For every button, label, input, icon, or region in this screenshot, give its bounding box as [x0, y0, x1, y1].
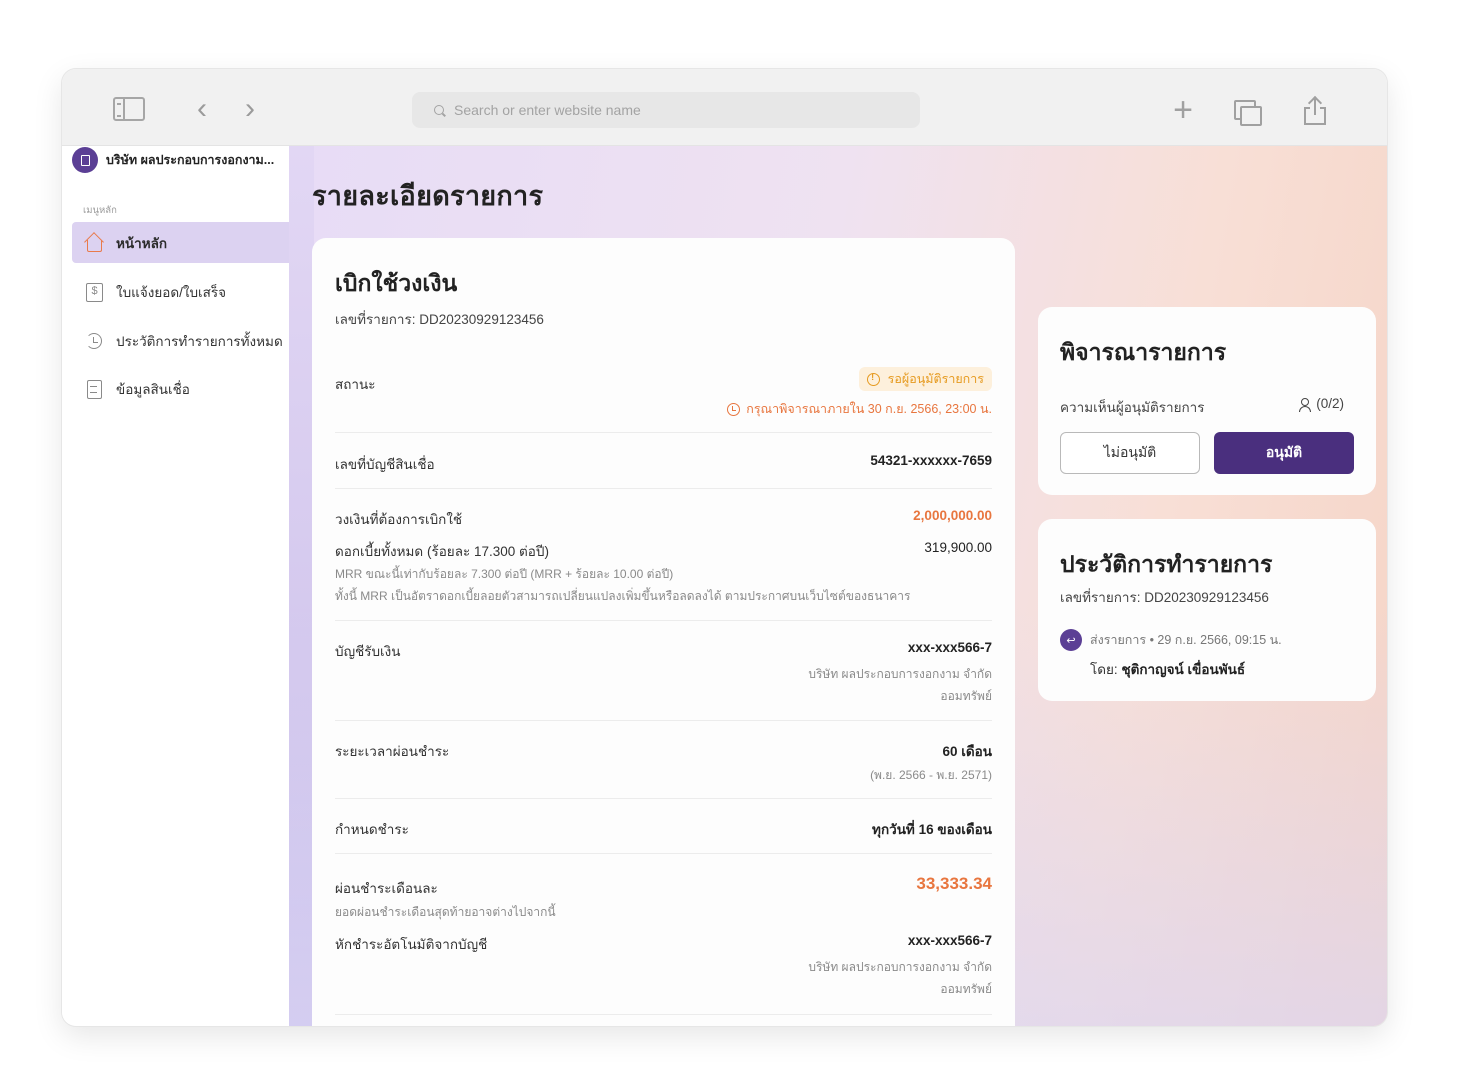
account-label: เลขที่บัญชีสินเชื่อ — [335, 457, 435, 472]
review-title: พิจารณารายการ — [1060, 339, 1227, 365]
history-card: ประวัติการทำรายการ เลขที่รายการ: DD20230… — [1038, 519, 1376, 701]
due-value: ทุกวันที่ 16 ของเดือน — [872, 822, 992, 837]
sidebar-toggle-icon[interactable] — [113, 97, 145, 121]
divider — [335, 620, 992, 621]
history-icon — [84, 331, 104, 351]
term-value: 60 เดือน — [942, 744, 993, 759]
term-label: ระยะเวลาผ่อนชำระ — [335, 744, 450, 759]
transaction-detail-card: เบิกใช้วงเงิน เลขที่รายการ: DD2023092912… — [312, 238, 1015, 1026]
status-label: สถานะ — [335, 377, 376, 392]
tabs-overview-icon[interactable] — [1234, 100, 1262, 126]
divider — [335, 798, 992, 799]
autodebit-label: หักชำระอัตโนมัติจากบัญชี — [335, 937, 488, 952]
divider — [335, 720, 992, 721]
sidebar-item-label: ข้อมูลสินเชื่อ — [116, 381, 190, 397]
clock-icon — [727, 402, 741, 416]
approve-button[interactable]: อนุมัติ — [1214, 432, 1354, 474]
sidebar-item-loan-info[interactable]: ข้อมูลสินเชื่อ — [72, 368, 289, 409]
sidebar-item-label: หน้าหลัก — [116, 235, 168, 251]
amount-label: วงเงินที่ต้องการเบิกใช้ — [335, 512, 463, 527]
divider — [335, 1014, 992, 1015]
detail-title: เบิกใช้วงเงิน — [335, 270, 458, 296]
submit-icon: ↩ — [1060, 629, 1082, 651]
autodebit-company: บริษัท ผลประกอบการงอกงาม จำกัด — [808, 960, 992, 974]
bill-icon — [84, 282, 104, 302]
detail-reference: เลขที่รายการ: DD20230929123456 — [335, 312, 544, 327]
sidebar-item-statements[interactable]: ใบแจ้งยอด/ใบเสร็จ — [72, 271, 289, 312]
document-icon — [84, 379, 104, 399]
autodebit-account-type: ออมทรัพย์ — [940, 982, 992, 996]
sidebar-item-history[interactable]: ประวัติการทำรายการทั้งหมด — [72, 320, 289, 361]
reject-button[interactable]: ไม่อนุมัติ — [1060, 432, 1200, 474]
autodebit-account: xxx-xxx566-7 — [907, 933, 992, 948]
sidebar-item-home[interactable]: หน้าหลัก — [72, 222, 289, 263]
interest-value: 319,900.00 — [924, 540, 992, 555]
divider — [335, 432, 992, 433]
divider — [335, 488, 992, 489]
share-icon[interactable] — [1304, 95, 1326, 127]
approver-label: ความเห็นผู้อนุมัติรายการ — [1060, 400, 1205, 415]
term-range: (พ.ย. 2566 - พ.ย. 2571) — [870, 768, 992, 782]
receive-company: บริษัท ผลประกอบการงอกงาม จำกัด — [808, 667, 992, 681]
divider — [335, 853, 992, 854]
sidebar: บริษัท ผลประกอบการงอกงาม... เมนูหลัก หน้… — [62, 146, 289, 1026]
main-content: รายละเอียดรายการ เบิกใช้วงเงิน เลขที่ราย… — [289, 146, 1387, 1026]
amount-value: 2,000,000.00 — [913, 508, 992, 523]
menu-caption: เมนูหลัก — [83, 205, 117, 216]
interest-note: ทั้งนี้ MRR เป็นอัตราดอกเบี้ยลอยตัวสามาร… — [335, 589, 911, 603]
interest-note: MRR ขณะนี้เท่ากับร้อยละ 7.300 ต่อปี (MRR… — [335, 567, 674, 581]
company-name: บริษัท ผลประกอบการงอกงาม... — [106, 153, 275, 167]
browser-toolbar: ‹ › Search or enter website name + — [62, 69, 1387, 146]
address-bar[interactable]: Search or enter website name — [412, 92, 920, 128]
account-value: 54321-xxxxxx-7659 — [870, 453, 992, 468]
monthly-value: 33,333.34 — [916, 874, 992, 893]
approver-count: (0/2) — [1298, 396, 1344, 412]
page-title: รายละเอียดรายการ — [312, 181, 544, 211]
history-title: ประวัติการทำรายการ — [1060, 551, 1273, 577]
user-icon — [1298, 397, 1312, 412]
sidebar-item-label: ประวัติการทำรายการทั้งหมด — [116, 333, 283, 349]
history-reference: เลขที่รายการ: DD20230929123456 — [1060, 590, 1269, 605]
history-actor: โดย: ชุติกาญจน์ เขื่อนพันธ์ — [1090, 662, 1246, 677]
receive-account-label: บัญชีรับเงิน — [335, 644, 401, 659]
monthly-note: ยอดผ่อนชำระเดือนสุดท้ายอาจต่างไปจากนี้ — [335, 905, 556, 919]
new-tab-icon[interactable]: + — [1170, 93, 1196, 127]
status-badge: รอผู้อนุมัติรายการ — [858, 367, 992, 391]
warning-icon — [866, 372, 880, 386]
home-icon — [84, 233, 104, 253]
building-icon — [72, 147, 98, 173]
interest-label: ดอกเบี้ยทั้งหมด (ร้อยละ 17.300 ต่อปี) — [335, 544, 549, 559]
status-deadline: กรุณาพิจารณาภายใน 30 ก.ย. 2566, 23:00 น. — [727, 399, 992, 419]
monthly-label: ผ่อนชำระเดือนละ — [335, 881, 438, 896]
sidebar-item-label: ใบแจ้งยอด/ใบเสร็จ — [116, 284, 227, 300]
receive-account-type: ออมทรัพย์ — [940, 689, 992, 703]
search-icon — [434, 105, 444, 115]
back-arrow-icon[interactable]: ‹ — [190, 94, 214, 124]
review-card: พิจารณารายการ ความเห็นผู้อนุมัติรายการ (… — [1038, 307, 1376, 495]
address-placeholder: Search or enter website name — [454, 102, 641, 118]
actor-name: ชุติกาญจน์ เขื่อนพันธ์ — [1121, 662, 1246, 677]
company-switcher[interactable]: บริษัท ผลประกอบการงอกงาม... — [72, 146, 274, 174]
forward-arrow-icon[interactable]: › — [238, 94, 262, 124]
history-event: ↩ ส่งรายการ • 29 ก.ย. 2566, 09:15 น. — [1060, 629, 1282, 651]
receive-account-value: xxx-xxx566-7 — [907, 640, 992, 655]
browser-window: ‹ › Search or enter website name + บริษั… — [62, 69, 1387, 1026]
due-label: กำหนดชำระ — [335, 822, 409, 837]
